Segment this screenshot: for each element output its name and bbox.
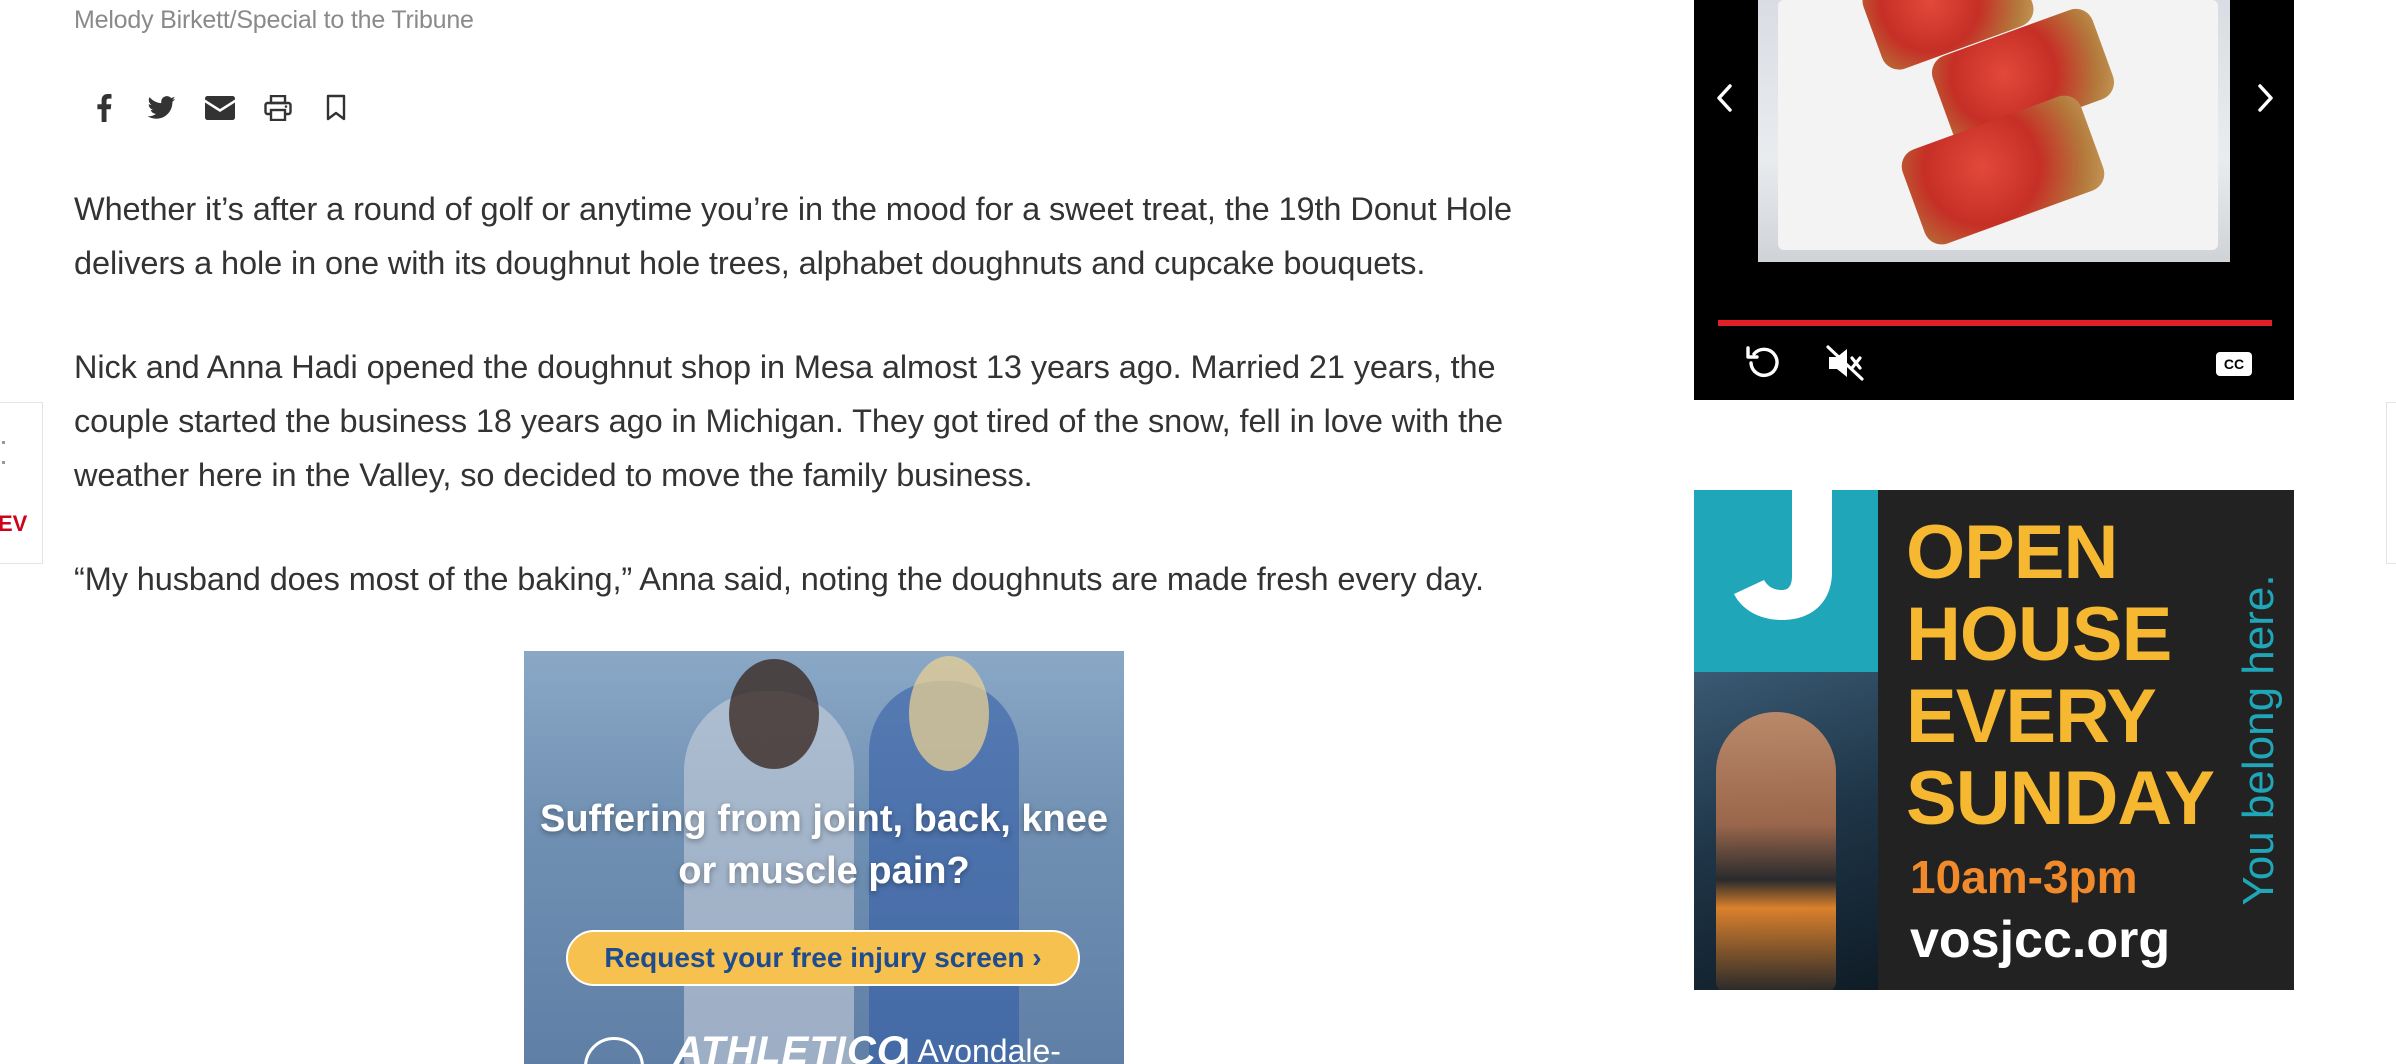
ad-photo-head-right xyxy=(909,656,989,771)
email-share-button[interactable] xyxy=(202,88,238,128)
article-paragraph: Nick and Anna Hadi opened the doughnut s… xyxy=(74,349,1503,493)
facebook-icon xyxy=(97,94,112,122)
ad-location: | Avondale- xyxy=(902,1033,1061,1064)
ad-headline: OPEN HOUSE EVERY SUNDAY xyxy=(1906,512,2226,840)
replay-icon xyxy=(1746,346,1779,377)
article-paragraph: Whether it’s after a round of golf or an… xyxy=(74,191,1512,281)
tab-dot xyxy=(2,461,5,464)
share-bar xyxy=(86,88,354,128)
ad-url: vosjcc.org xyxy=(1910,911,2171,969)
tab-dot xyxy=(2,441,5,444)
twitter-icon xyxy=(148,96,176,119)
closed-captions-button[interactable]: CC xyxy=(2216,352,2252,376)
ad-cta-button[interactable]: Request your free injury screen › xyxy=(566,930,1080,986)
ad-hours: 10am-3pm xyxy=(1910,851,2138,903)
chevron-right-icon xyxy=(2258,84,2273,112)
replay-button[interactable] xyxy=(1740,340,1786,386)
ad-photo-head-left xyxy=(729,659,819,769)
bookmark-icon xyxy=(326,94,346,121)
article-paragraph: “My husband does most of the baking,” An… xyxy=(74,561,1484,597)
ad-headline-line: EVERY xyxy=(1906,674,2157,759)
next-article-tab[interactable] xyxy=(2386,402,2396,564)
print-icon xyxy=(264,95,292,121)
ad-tagline: You belong here. xyxy=(2234,574,2283,906)
inline-advertisement[interactable]: Suffering from joint, back, knee or musc… xyxy=(524,651,1124,1064)
chevron-left-icon xyxy=(1717,84,1732,112)
ad-brand-logo: ATHLETICO xyxy=(674,1029,909,1064)
previous-article-tab[interactable]: EV xyxy=(0,402,43,564)
jcc-logo-icon xyxy=(1734,490,1832,620)
ad-headline-line: SUNDAY xyxy=(1906,756,2215,841)
ad-headline: Suffering from joint, back, knee or musc… xyxy=(540,798,1108,892)
ad-athlete-figure xyxy=(1716,712,1836,990)
bookmark-button[interactable] xyxy=(318,88,354,128)
ad-headline-line: HOUSE xyxy=(1906,592,2172,677)
ad-badge-icon xyxy=(584,1037,644,1064)
print-button[interactable] xyxy=(260,88,296,128)
previous-article-label: EV xyxy=(0,511,28,536)
article-body: Whether it’s after a round of golf or an… xyxy=(74,182,1554,656)
email-icon xyxy=(205,96,235,120)
ad-headline-line: OPEN xyxy=(1906,510,2118,595)
ad-athlete-photo xyxy=(1694,672,1878,990)
video-next-button[interactable] xyxy=(2246,78,2286,118)
muted-speaker-icon xyxy=(1826,345,1864,381)
video-progress-bar[interactable] xyxy=(1718,320,2272,326)
photo-caption: Melody Birkett/Special to the Tribune xyxy=(74,6,474,34)
facebook-share-button[interactable] xyxy=(86,88,122,128)
video-frame[interactable] xyxy=(1758,0,2230,262)
mute-button[interactable] xyxy=(1822,340,1868,386)
sidebar-advertisement[interactable]: OPEN HOUSE EVERY SUNDAY 10am-3pm vosjcc.… xyxy=(1694,490,2294,990)
video-prev-button[interactable] xyxy=(1704,78,1744,118)
video-player[interactable]: CC xyxy=(1694,0,2294,400)
twitter-share-button[interactable] xyxy=(144,88,180,128)
